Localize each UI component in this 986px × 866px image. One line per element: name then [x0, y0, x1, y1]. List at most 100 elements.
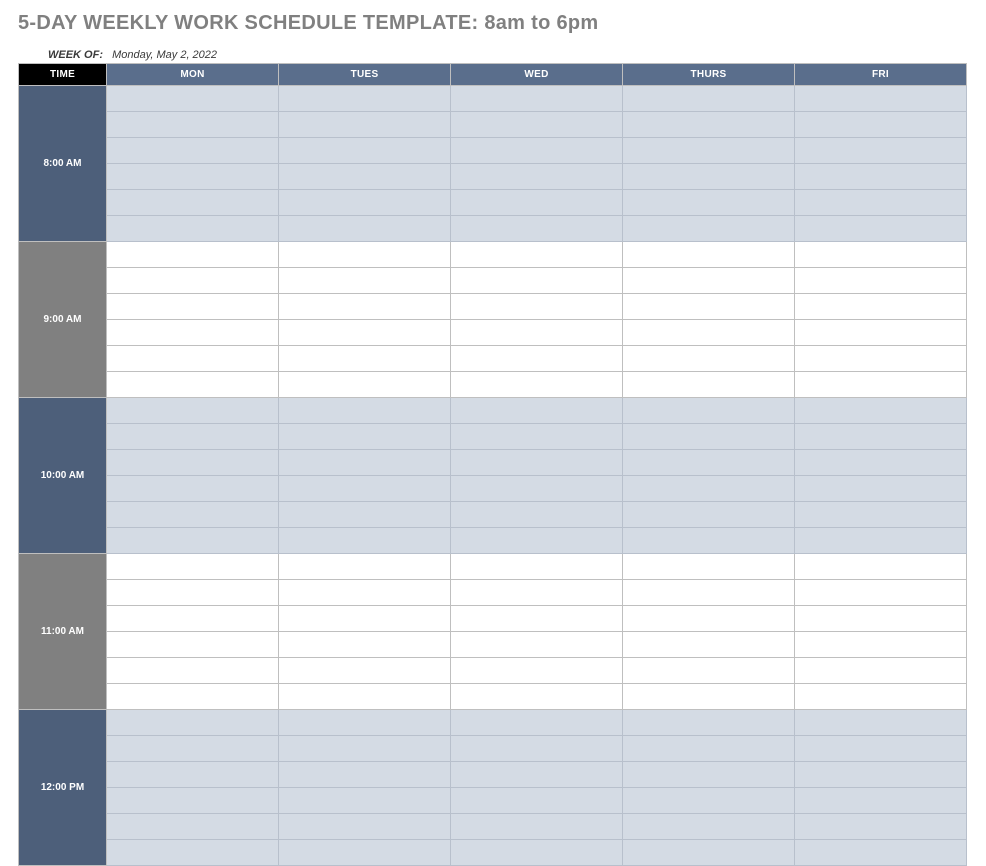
- schedule-cell[interactable]: [107, 840, 279, 866]
- schedule-cell[interactable]: [107, 528, 279, 554]
- schedule-cell[interactable]: [623, 398, 795, 424]
- schedule-cell[interactable]: [279, 736, 451, 762]
- schedule-cell[interactable]: [451, 164, 623, 190]
- schedule-cell[interactable]: [107, 242, 279, 268]
- schedule-cell[interactable]: [451, 86, 623, 112]
- schedule-cell[interactable]: [795, 242, 967, 268]
- schedule-cell[interactable]: [107, 346, 279, 372]
- schedule-cell[interactable]: [623, 320, 795, 346]
- schedule-cell[interactable]: [107, 502, 279, 528]
- schedule-cell[interactable]: [795, 346, 967, 372]
- schedule-cell[interactable]: [107, 164, 279, 190]
- schedule-cell[interactable]: [279, 346, 451, 372]
- schedule-cell[interactable]: [623, 606, 795, 632]
- schedule-cell[interactable]: [279, 112, 451, 138]
- schedule-cell[interactable]: [107, 580, 279, 606]
- schedule-cell[interactable]: [107, 424, 279, 450]
- schedule-cell[interactable]: [795, 268, 967, 294]
- schedule-cell[interactable]: [107, 710, 279, 736]
- schedule-cell[interactable]: [451, 424, 623, 450]
- schedule-cell[interactable]: [279, 840, 451, 866]
- schedule-cell[interactable]: [451, 502, 623, 528]
- schedule-cell[interactable]: [795, 112, 967, 138]
- schedule-cell[interactable]: [795, 840, 967, 866]
- schedule-cell[interactable]: [623, 632, 795, 658]
- schedule-cell[interactable]: [451, 346, 623, 372]
- schedule-cell[interactable]: [795, 216, 967, 242]
- schedule-cell[interactable]: [279, 476, 451, 502]
- schedule-cell[interactable]: [279, 164, 451, 190]
- schedule-cell[interactable]: [279, 86, 451, 112]
- schedule-cell[interactable]: [623, 762, 795, 788]
- schedule-cell[interactable]: [279, 138, 451, 164]
- schedule-cell[interactable]: [107, 814, 279, 840]
- schedule-cell[interactable]: [279, 814, 451, 840]
- schedule-cell[interactable]: [795, 554, 967, 580]
- schedule-cell[interactable]: [279, 528, 451, 554]
- schedule-cell[interactable]: [107, 476, 279, 502]
- schedule-cell[interactable]: [623, 346, 795, 372]
- schedule-cell[interactable]: [107, 450, 279, 476]
- schedule-cell[interactable]: [623, 86, 795, 112]
- schedule-cell[interactable]: [623, 268, 795, 294]
- schedule-cell[interactable]: [451, 528, 623, 554]
- schedule-cell[interactable]: [795, 814, 967, 840]
- schedule-cell[interactable]: [623, 294, 795, 320]
- schedule-cell[interactable]: [451, 450, 623, 476]
- schedule-cell[interactable]: [451, 190, 623, 216]
- schedule-cell[interactable]: [623, 138, 795, 164]
- schedule-cell[interactable]: [623, 164, 795, 190]
- schedule-cell[interactable]: [279, 294, 451, 320]
- schedule-cell[interactable]: [795, 502, 967, 528]
- schedule-cell[interactable]: [623, 658, 795, 684]
- schedule-cell[interactable]: [279, 450, 451, 476]
- schedule-cell[interactable]: [279, 762, 451, 788]
- schedule-cell[interactable]: [623, 554, 795, 580]
- schedule-cell[interactable]: [795, 372, 967, 398]
- schedule-cell[interactable]: [107, 190, 279, 216]
- schedule-cell[interactable]: [451, 658, 623, 684]
- schedule-cell[interactable]: [279, 398, 451, 424]
- schedule-cell[interactable]: [451, 606, 623, 632]
- schedule-cell[interactable]: [451, 216, 623, 242]
- schedule-cell[interactable]: [107, 398, 279, 424]
- schedule-cell[interactable]: [107, 86, 279, 112]
- schedule-cell[interactable]: [279, 372, 451, 398]
- schedule-cell[interactable]: [623, 242, 795, 268]
- schedule-cell[interactable]: [451, 268, 623, 294]
- schedule-cell[interactable]: [623, 840, 795, 866]
- schedule-cell[interactable]: [623, 112, 795, 138]
- schedule-cell[interactable]: [795, 684, 967, 710]
- schedule-cell[interactable]: [107, 606, 279, 632]
- schedule-cell[interactable]: [279, 632, 451, 658]
- schedule-cell[interactable]: [107, 268, 279, 294]
- schedule-cell[interactable]: [795, 398, 967, 424]
- schedule-cell[interactable]: [623, 528, 795, 554]
- schedule-cell[interactable]: [279, 710, 451, 736]
- schedule-cell[interactable]: [279, 424, 451, 450]
- schedule-cell[interactable]: [279, 320, 451, 346]
- schedule-cell[interactable]: [451, 112, 623, 138]
- schedule-cell[interactable]: [451, 840, 623, 866]
- schedule-cell[interactable]: [451, 632, 623, 658]
- schedule-cell[interactable]: [279, 242, 451, 268]
- schedule-cell[interactable]: [451, 372, 623, 398]
- schedule-cell[interactable]: [451, 684, 623, 710]
- schedule-cell[interactable]: [279, 216, 451, 242]
- schedule-cell[interactable]: [795, 86, 967, 112]
- schedule-cell[interactable]: [795, 788, 967, 814]
- schedule-cell[interactable]: [107, 658, 279, 684]
- schedule-cell[interactable]: [107, 632, 279, 658]
- schedule-cell[interactable]: [451, 580, 623, 606]
- schedule-cell[interactable]: [795, 632, 967, 658]
- schedule-cell[interactable]: [107, 684, 279, 710]
- schedule-cell[interactable]: [451, 736, 623, 762]
- schedule-cell[interactable]: [623, 710, 795, 736]
- schedule-cell[interactable]: [107, 736, 279, 762]
- schedule-cell[interactable]: [795, 294, 967, 320]
- schedule-cell[interactable]: [795, 580, 967, 606]
- schedule-cell[interactable]: [451, 138, 623, 164]
- schedule-cell[interactable]: [795, 476, 967, 502]
- schedule-cell[interactable]: [451, 554, 623, 580]
- schedule-cell[interactable]: [623, 476, 795, 502]
